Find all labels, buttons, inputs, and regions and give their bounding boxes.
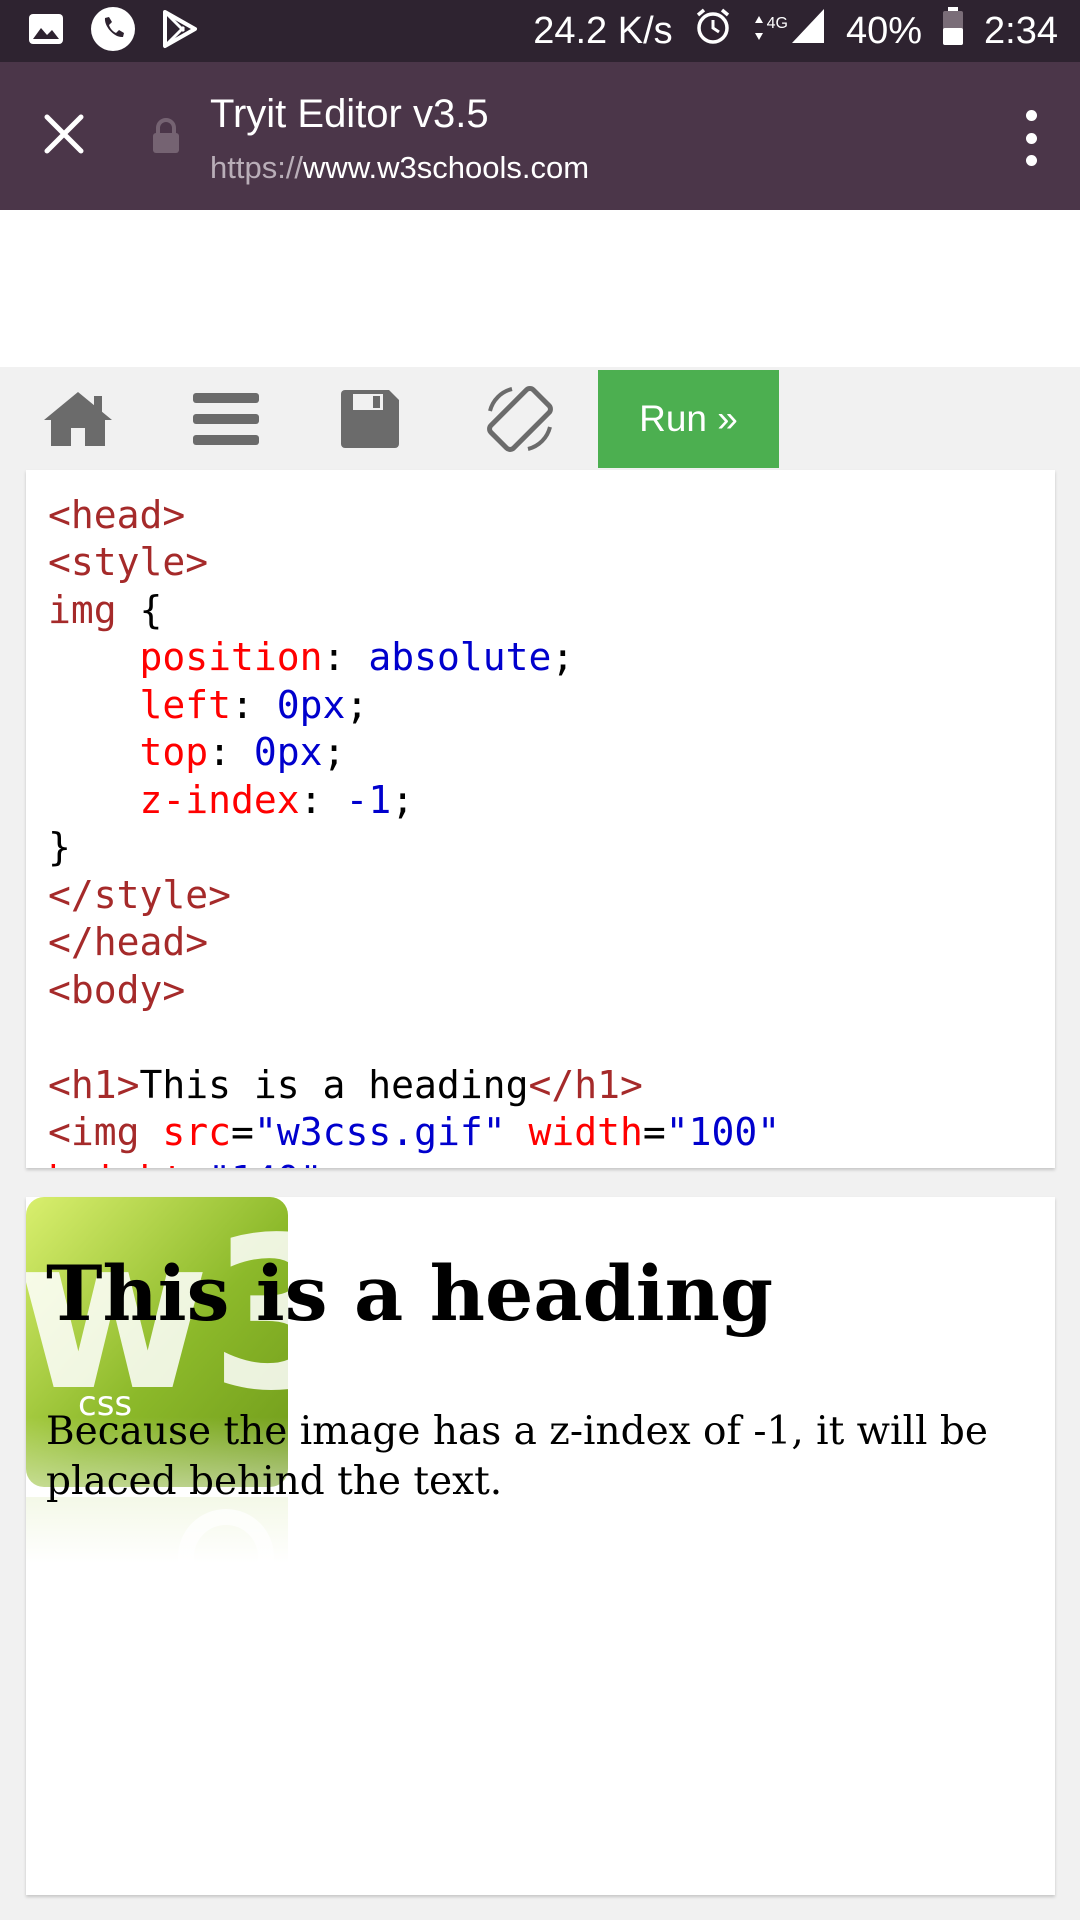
data-arrows-icon — [753, 10, 765, 53]
ad-area — [0, 210, 1080, 367]
home-button[interactable] — [38, 385, 118, 453]
signal-icon — [790, 7, 826, 55]
code-line: <head> — [48, 492, 780, 540]
menu-button[interactable] — [186, 385, 266, 453]
code-token: <body> — [48, 967, 186, 1012]
code-token: img — [48, 587, 117, 632]
code-token: 0px — [276, 682, 346, 727]
code-line: <body> — [48, 967, 780, 1015]
browser-toolbar: Tryit Editor v3.5 https://www.w3schools.… — [0, 62, 1080, 210]
save-button[interactable] — [330, 385, 410, 453]
code-token: <img — [48, 1110, 140, 1154]
code-token: "100" — [665, 1110, 781, 1154]
code-token: This is a heading — [139, 1062, 529, 1107]
home-icon — [44, 392, 112, 446]
alarm-icon — [693, 6, 733, 56]
code-token: absolute — [368, 635, 552, 679]
code-line: </head> — [48, 919, 780, 967]
rotate-screen-icon — [487, 386, 553, 452]
code-token: "w3css.gif" — [253, 1110, 506, 1154]
menu-dot — [1025, 155, 1037, 166]
code-token: z-index — [139, 777, 300, 822]
code-token: src — [162, 1110, 232, 1154]
code-token: top — [139, 730, 209, 774]
play-store-icon — [162, 9, 198, 54]
result-paragraph: Because the image has a z-index of -1, i… — [46, 1409, 988, 1504]
code-line: top: 0px; — [139, 730, 346, 774]
image-icon — [28, 11, 64, 52]
menu-dot — [1025, 110, 1037, 121]
phone-icon — [90, 6, 136, 57]
code-token: left — [139, 682, 232, 727]
code-token: </style> — [48, 872, 232, 917]
code-token: <style> — [48, 540, 209, 584]
close-icon — [44, 114, 84, 154]
result-frame[interactable]: w3 css This is a heading Because the ima… — [26, 1197, 1055, 1895]
code-line: </style> — [48, 872, 780, 920]
code-token: > — [323, 1158, 346, 1169]
close-button[interactable] — [34, 104, 94, 164]
code-line: <img src="w3css.gif" width="100" — [48, 1110, 781, 1154]
lock-icon — [150, 118, 182, 159]
code-line: <style> — [48, 539, 780, 587]
url-scheme: https:// — [210, 150, 304, 185]
hamburger-icon — [193, 393, 259, 445]
code-line: } — [48, 824, 780, 872]
code-line: height="140"> — [48, 1157, 780, 1169]
code-token: <h1> — [48, 1062, 140, 1107]
code-editor[interactable]: <head> <style> img { position: absolute; l… — [26, 470, 1055, 1168]
code-token: "140" — [208, 1158, 322, 1169]
clock: 2:34 — [984, 9, 1058, 52]
code-token: <head> — [48, 492, 186, 537]
code-token: </head> — [48, 920, 209, 964]
result-heading: This is a heading — [46, 1249, 774, 1338]
code-line: left: 0px; — [139, 682, 369, 727]
code-line: <h1>This is a heading</h1> — [48, 1062, 780, 1110]
url-host: www.w3schools.com — [303, 150, 590, 185]
save-icon — [341, 390, 399, 448]
page-title: Tryit Editor v3.5 — [210, 92, 489, 136]
menu-dot — [1025, 132, 1037, 144]
code-text: <head> <style> img { position: absolute; l… — [48, 470, 781, 1169]
code-token: -1 — [345, 777, 392, 822]
url-display[interactable]: https://www.w3schools.com — [210, 150, 589, 186]
network-type: 4G — [766, 15, 788, 32]
code-token: } — [48, 825, 71, 869]
signal-group: 4G — [753, 7, 826, 55]
code-line: z-index: -1; — [139, 777, 415, 822]
battery-percent: 40% — [845, 9, 923, 52]
code-line: img { — [48, 587, 780, 635]
run-button[interactable]: Run » — [598, 370, 779, 468]
code-token: { — [116, 587, 163, 632]
rotate-button[interactable] — [480, 385, 560, 453]
code-token: position — [139, 635, 323, 679]
code-token: </h1> — [528, 1062, 643, 1107]
editor-toolbar: Run » — [0, 367, 1080, 471]
code-token: width — [528, 1110, 643, 1154]
code-token: 0px — [253, 730, 323, 774]
battery-icon — [942, 6, 964, 56]
net-speed: 24.2 K/s — [533, 9, 673, 52]
status-bar: 24.2 K/s 4G 40% 2:34 — [0, 0, 1080, 62]
overflow-menu-button[interactable] — [1016, 110, 1046, 166]
code-line: position: absolute; — [139, 635, 575, 679]
code-token: height — [48, 1158, 185, 1169]
